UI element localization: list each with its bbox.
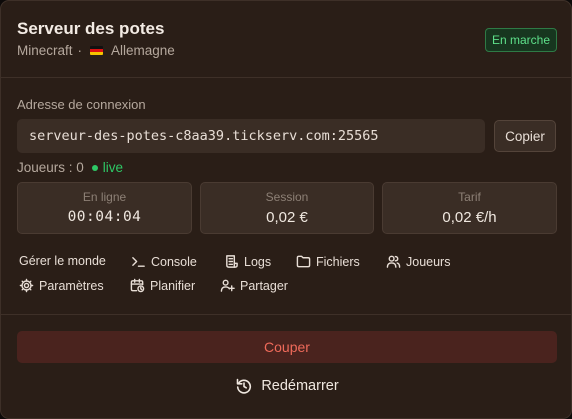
stat-session-label: Session: [265, 190, 309, 204]
flag-germany-icon: [90, 46, 104, 55]
players-count: Joueurs : 0: [17, 160, 84, 175]
stop-button[interactable]: Couper: [17, 331, 557, 363]
schedule-label: Planifier: [150, 278, 196, 293]
players-button[interactable]: Joueurs: [386, 254, 450, 269]
copy-button[interactable]: Copier: [494, 120, 556, 152]
region-name: Allemagne: [111, 43, 175, 58]
users-icon: [386, 255, 401, 268]
game-name: Minecraft: [17, 43, 73, 58]
gear-icon: [19, 278, 34, 293]
user-plus-icon: [220, 279, 235, 292]
stat-uptime: En ligne 00:04:04: [17, 182, 192, 234]
logs-label: Logs: [244, 254, 272, 269]
connection-address-field[interactable]: serveur-des-potes-c8aa39.tickserv.com:25…: [17, 119, 485, 153]
live-dot-icon: [91, 164, 98, 171]
restart-icon: [237, 378, 252, 394]
live-label: live: [102, 160, 124, 175]
files-button[interactable]: Fichiers: [296, 254, 360, 269]
server-card: Serveur des potes Minecraft · Allemagne …: [0, 0, 572, 419]
manage-world-label: Gérer le monde: [19, 254, 106, 268]
files-label: Fichiers: [316, 254, 360, 269]
stat-uptime-label: En ligne: [82, 190, 127, 204]
terminal-icon: [132, 257, 145, 267]
players-status: Joueurs : 0 live: [17, 160, 123, 175]
calendar-clock-icon: [130, 278, 145, 293]
logs-button[interactable]: Logs: [224, 254, 271, 269]
connection-address: serveur-des-potes-c8aa39.tickserv.com:25…: [29, 128, 379, 144]
server-subtitle: Minecraft · Allemagne: [17, 43, 175, 58]
stat-rate-value: 0,02 €/h: [442, 209, 497, 226]
console-button[interactable]: Console: [131, 254, 197, 269]
players-label: Joueurs: [406, 254, 451, 269]
schedule-button[interactable]: Planifier: [130, 278, 195, 293]
folder-icon: [296, 255, 311, 268]
connection-label: Adresse de connexion: [17, 97, 146, 112]
subtitle-separator: ·: [77, 43, 83, 58]
stat-uptime-value: 00:04:04: [67, 209, 142, 225]
header-divider: [1, 77, 571, 78]
manage-world-button[interactable]: Gérer le monde: [19, 254, 106, 268]
share-label: Partager: [240, 278, 288, 293]
stat-session-value: 0,02 €: [266, 209, 308, 226]
actions-divider: [1, 314, 571, 315]
stat-session: Session 0,02 €: [200, 182, 374, 234]
restart-button[interactable]: Redémarrer: [1, 374, 571, 398]
status-badge: En marche: [484, 28, 557, 52]
server-title: Serveur des potes: [17, 19, 165, 38]
stat-rate: Tarif 0,02 €/h: [382, 182, 557, 234]
stat-rate-label: Tarif: [458, 190, 481, 204]
settings-button[interactable]: Paramètres: [19, 278, 104, 293]
settings-label: Paramètres: [39, 278, 104, 293]
logs-icon: [226, 255, 238, 268]
restart-label: Redémarrer: [261, 378, 339, 394]
share-button[interactable]: Partager: [220, 278, 288, 293]
console-label: Console: [151, 254, 197, 269]
